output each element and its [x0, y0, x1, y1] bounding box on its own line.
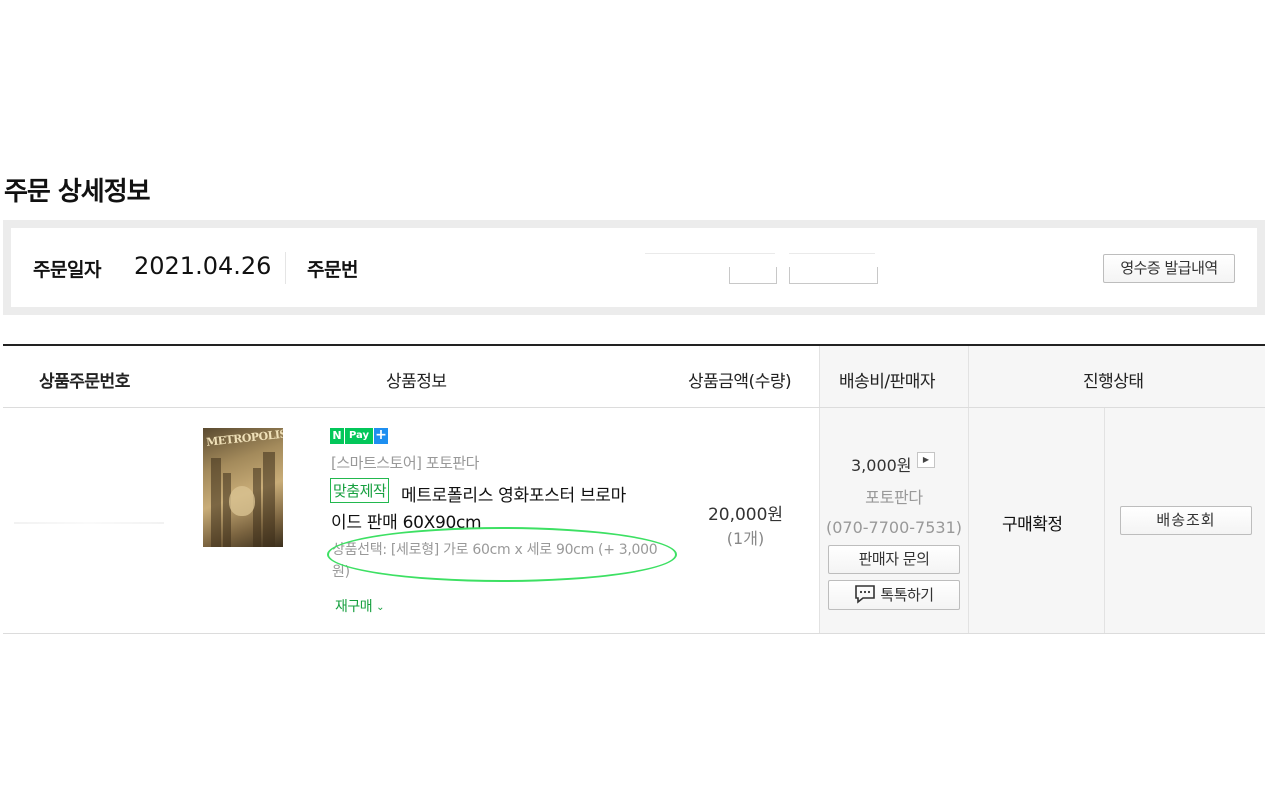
- redacted-area-top: [645, 253, 775, 254]
- pay-label: Pay: [345, 428, 373, 444]
- product-thumbnail[interactable]: METROPOLIS: [203, 428, 283, 547]
- seller-name[interactable]: 포토판다: [820, 484, 968, 508]
- order-status: 구매확정: [1002, 515, 1063, 535]
- store-name[interactable]: [스마트스토어] 포토판다: [331, 452, 479, 473]
- product-name-prefix: 이드 판매: [331, 513, 403, 533]
- track-delivery-button[interactable]: 배송조회: [1120, 506, 1252, 535]
- item-price: 20,000원: [707, 505, 784, 525]
- npay-plus-badge: N Pay +: [330, 428, 388, 444]
- column-divider: [1104, 408, 1105, 633]
- redacted-button-2[interactable]: [789, 267, 878, 284]
- naver-n-icon: N: [330, 428, 344, 444]
- seller-phone: (070-7700-7531): [825, 518, 962, 537]
- highlight-ellipse: [327, 527, 677, 582]
- plus-icon: +: [374, 427, 388, 444]
- redacted-button[interactable]: [729, 267, 777, 284]
- header-price-qty: 상품금액(수량): [688, 372, 792, 392]
- order-date-value: 2021.04.26: [134, 252, 272, 280]
- talktalk-label: 톡톡하기: [880, 586, 934, 604]
- seller-inquiry-button[interactable]: 판매자 문의: [828, 545, 960, 574]
- summary-divider: [285, 252, 286, 284]
- chevron-down-icon: ⌄: [376, 602, 384, 613]
- product-name-line1[interactable]: 메트로폴리스 영화포스터 브로마: [401, 481, 626, 506]
- poster-title-art: METROPOLIS: [205, 428, 283, 449]
- header-status: 진행상태: [1083, 372, 1144, 392]
- custom-made-badge: 맞춤제작: [330, 478, 390, 503]
- shipping-detail-arrow-icon[interactable]: ▶: [917, 452, 935, 468]
- order-number-label: 주문번: [307, 259, 358, 281]
- chat-bubble-icon: [855, 585, 876, 604]
- column-divider: [968, 346, 969, 633]
- order-date-label: 주문일자: [33, 259, 101, 281]
- page-title: 주문 상세정보: [4, 177, 151, 207]
- receipt-history-button[interactable]: 영수증 발급내역: [1103, 254, 1235, 283]
- redacted-area-top-2: [789, 253, 875, 254]
- header-bottom-border: [3, 407, 1265, 408]
- reorder-button[interactable]: 재구매 ⌄: [335, 596, 384, 616]
- header-product-order-no: 상품주문번호: [39, 372, 130, 392]
- talktalk-button[interactable]: 톡톡하기: [828, 580, 960, 610]
- reorder-label: 재구매: [335, 599, 373, 615]
- header-shipping-seller: 배송비/판매자: [839, 372, 936, 392]
- shipping-fee: 3,000원: [851, 456, 912, 475]
- redacted-order-number: [14, 522, 164, 524]
- header-product-info: 상품정보: [386, 372, 447, 392]
- item-quantity: (1개): [726, 529, 765, 548]
- row-bottom-border: [3, 633, 1265, 634]
